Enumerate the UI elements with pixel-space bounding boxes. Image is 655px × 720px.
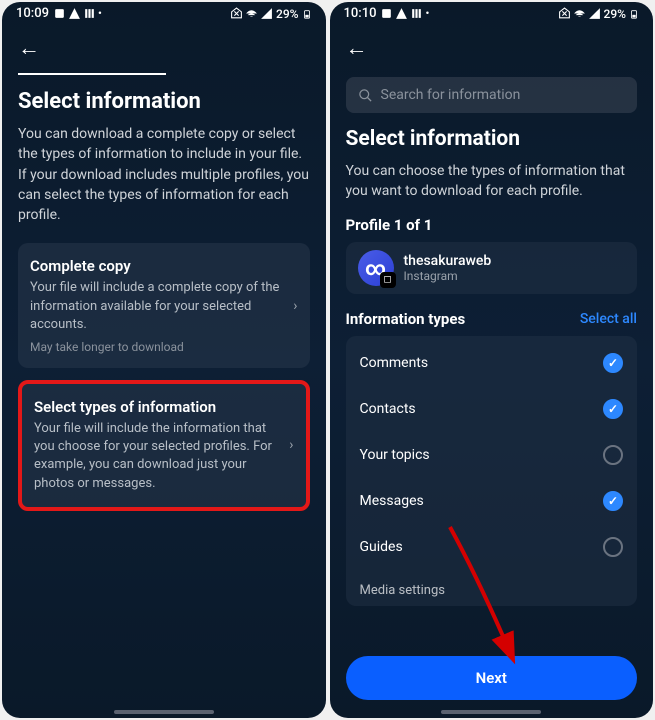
next-button[interactable]: Next	[346, 656, 638, 700]
info-item-media-settings[interactable]: Media settings	[346, 570, 638, 602]
info-item-label: Your topics	[360, 447, 430, 463]
search-input[interactable]: Search for information	[346, 77, 638, 113]
page-title: Select information	[18, 89, 310, 114]
avatar: ◻	[358, 250, 394, 286]
profile-username: thesakuraweb	[404, 253, 492, 269]
select-all-button[interactable]: Select all	[580, 311, 637, 327]
checkbox-checked-icon[interactable]	[603, 491, 623, 511]
checkbox-unchecked-icon[interactable]	[603, 537, 623, 557]
info-item-messages[interactable]: Messages	[346, 478, 638, 524]
profile-card[interactable]: ◻ thesakuraweb Instagram	[346, 242, 638, 294]
back-button[interactable]: ←	[18, 35, 40, 61]
status-system-icons	[558, 7, 601, 20]
status-notification-icons: •	[380, 7, 429, 20]
search-icon	[358, 88, 373, 103]
option-desc: Your file will include a complete copy o…	[30, 279, 285, 334]
statusbar: 10:10 • 29%	[330, 2, 654, 23]
info-item-label: Comments	[360, 355, 429, 371]
home-indicator[interactable]	[114, 710, 214, 714]
battery-icon	[629, 7, 639, 21]
statusbar: 10:09 • 29%	[2, 2, 326, 23]
divider	[18, 73, 166, 75]
info-item-guides[interactable]: Guides	[346, 524, 638, 570]
profile-section-header: Profile 1 of 1	[330, 216, 654, 234]
info-types-header: Information types	[346, 310, 466, 328]
checkbox-unchecked-icon[interactable]	[603, 445, 623, 465]
phone-screen-1: 10:09 • 29% ← Select information You can…	[2, 2, 326, 718]
status-system-icons	[230, 7, 273, 20]
chevron-right-icon: ›	[289, 437, 293, 453]
status-time: 10:09	[16, 6, 49, 21]
profile-platform: Instagram	[404, 269, 492, 283]
page-subtitle: You can choose the types of information …	[346, 161, 638, 202]
info-item-label: Guides	[360, 539, 403, 555]
status-battery-pct: 29%	[276, 7, 298, 21]
option-title: Select types of information	[34, 398, 281, 416]
status-notification-icons: •	[53, 7, 102, 20]
info-types-list: Comments Contacts Your topics Messages G…	[346, 336, 638, 606]
status-time: 10:10	[344, 6, 377, 21]
info-item-label: Contacts	[360, 401, 416, 417]
info-item-label: Messages	[360, 493, 424, 509]
option-complete-copy[interactable]: Complete copy Your file will include a c…	[18, 243, 310, 368]
phone-screen-2: 10:10 • 29% ← Search for information Sel…	[330, 2, 654, 718]
info-item-label: Media settings	[360, 583, 446, 598]
checkbox-checked-icon[interactable]	[603, 353, 623, 373]
info-item-your-topics[interactable]: Your topics	[346, 432, 638, 478]
battery-icon	[302, 7, 312, 21]
info-item-comments[interactable]: Comments	[346, 340, 638, 386]
option-note: May take longer to download	[30, 340, 285, 354]
status-battery-pct: 29%	[604, 7, 626, 21]
option-title: Complete copy	[30, 257, 285, 275]
back-button[interactable]: ←	[346, 35, 368, 61]
chevron-right-icon: ›	[293, 298, 297, 314]
instagram-badge-icon: ◻	[380, 272, 396, 288]
search-placeholder: Search for information	[381, 87, 521, 103]
option-select-types[interactable]: Select types of information Your file wi…	[18, 380, 310, 511]
home-indicator[interactable]	[441, 710, 541, 714]
page-subtitle: You can download a complete copy or sele…	[18, 124, 310, 225]
info-item-contacts[interactable]: Contacts	[346, 386, 638, 432]
page-title: Select information	[346, 127, 638, 151]
checkbox-checked-icon[interactable]	[603, 399, 623, 419]
option-desc: Your file will include the information t…	[34, 420, 281, 493]
